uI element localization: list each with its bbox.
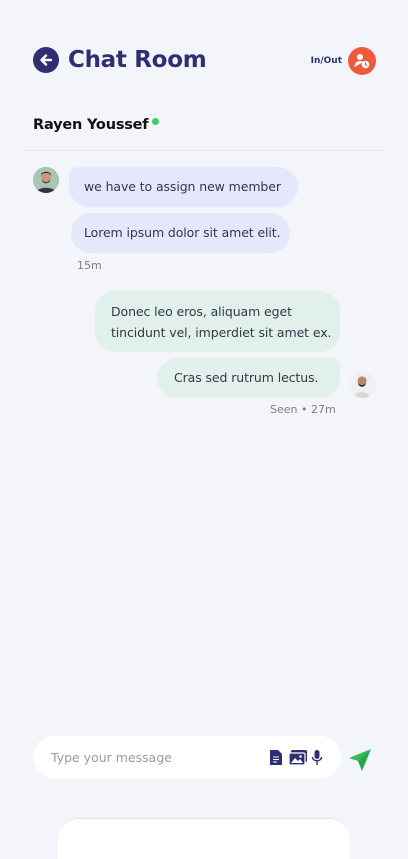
page-title: Chat Room (68, 47, 207, 73)
in-out-button[interactable]: In/Out (311, 47, 376, 75)
back-button[interactable] (33, 47, 59, 73)
arrow-left-icon (40, 54, 53, 66)
message-bubble-incoming[interactable]: Lorem ipsum dolor sit amet elit. (71, 213, 290, 253)
message-bubble-outgoing[interactable]: Donec leo eros, aliquam eget tincidunt v… (95, 291, 340, 352)
message-timestamp: 15m (77, 259, 102, 272)
header: Chat Room In/Out (33, 45, 376, 77)
in-out-label: In/Out (310, 56, 342, 66)
contact-avatar[interactable] (33, 167, 59, 193)
avatar-person-icon (33, 167, 59, 193)
contact-header[interactable]: Rayen Youssef (33, 115, 160, 135)
divider (25, 150, 384, 151)
document-icon[interactable] (269, 749, 283, 770)
message-composer (33, 736, 341, 778)
user-clock-icon (348, 47, 376, 75)
avatar-person-icon (350, 372, 376, 398)
microphone-icon[interactable] (311, 749, 323, 770)
seen-status: Seen • 27m (270, 403, 336, 416)
message-bubble-outgoing[interactable]: Cras sed rutrum lectus. (157, 358, 340, 398)
gallery-icon[interactable] (288, 749, 308, 770)
message-bubble-incoming[interactable]: we have to assign new member (69, 167, 298, 207)
send-icon (349, 749, 371, 771)
bottom-sheet (58, 818, 350, 859)
user-avatar[interactable] (350, 372, 376, 398)
message-line: Donec leo eros, aliquam eget (111, 304, 292, 319)
send-button[interactable] (346, 746, 374, 774)
contact-name: Rayen Youssef (33, 117, 149, 133)
message-input[interactable] (51, 736, 251, 778)
online-status-dot (152, 118, 160, 125)
message-line: tincidunt vel, imperdiet sit amet ex. (111, 325, 332, 340)
